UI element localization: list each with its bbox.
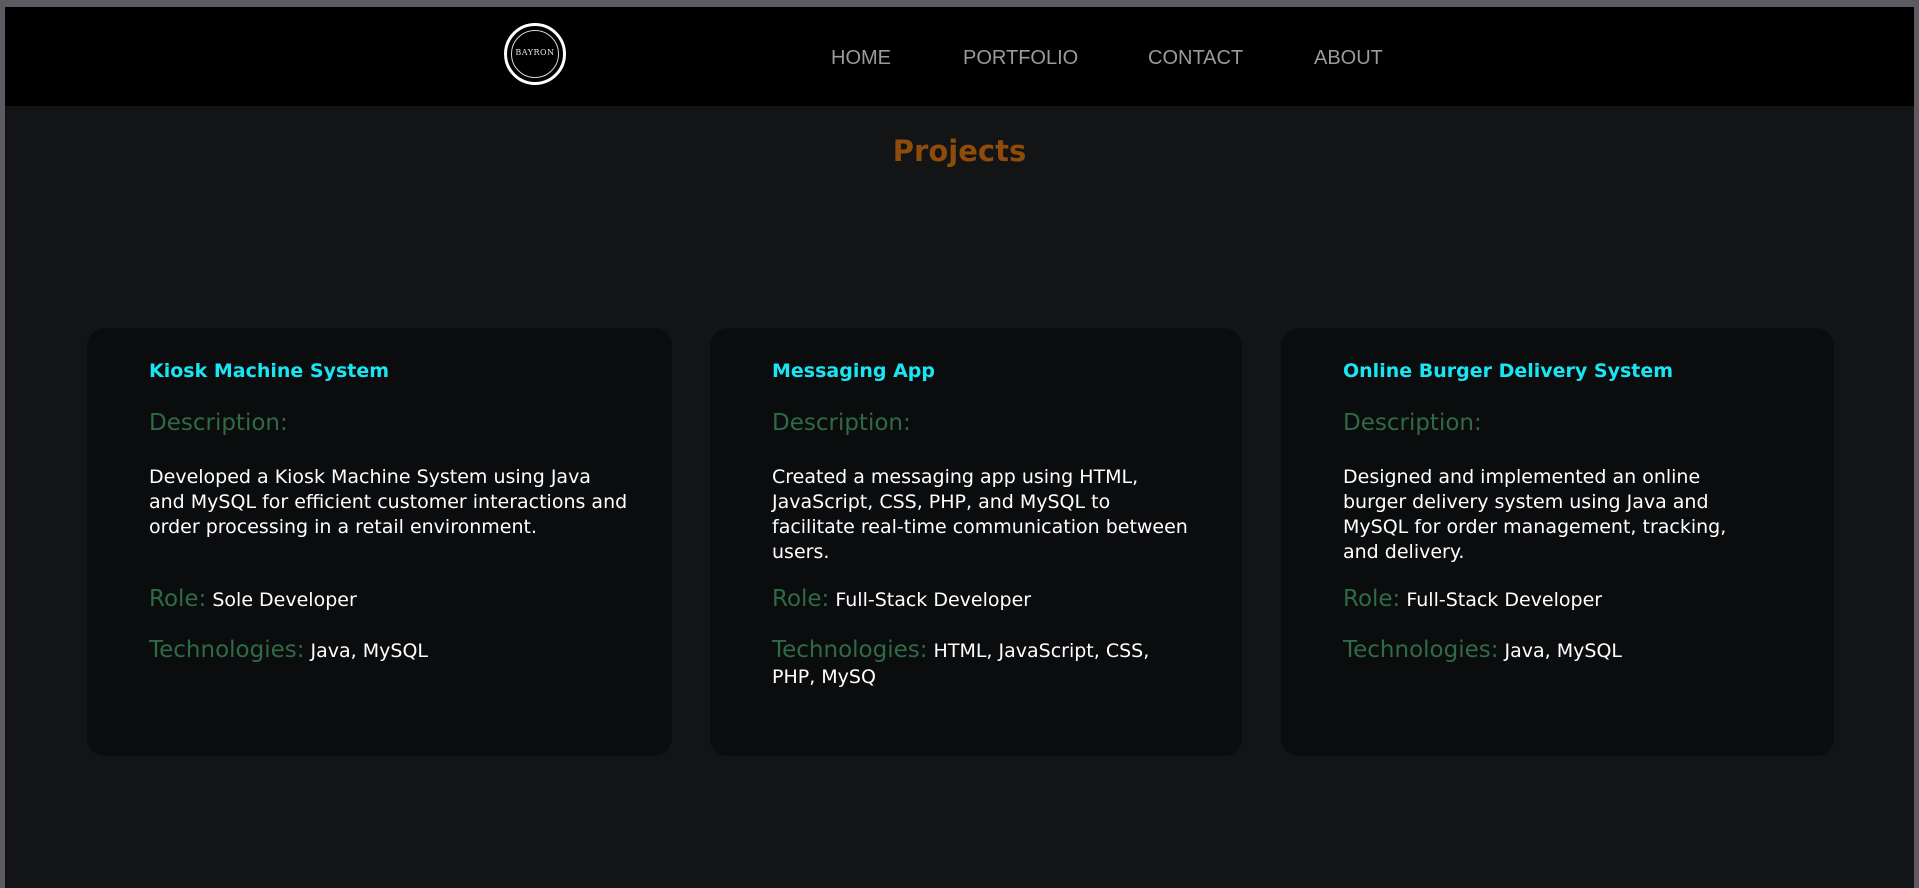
project-description: Designed and implemented an online burge… xyxy=(1343,466,1727,563)
project-card-messaging: Messaging App Description: Created a mes… xyxy=(710,328,1242,756)
technologies-label: Technologies: xyxy=(1343,637,1499,663)
project-card-burger-delivery: Online Burger Delivery System Descriptio… xyxy=(1281,328,1834,756)
project-title: Messaging App xyxy=(772,360,935,382)
nav-link-portfolio[interactable]: PORTFOLIO xyxy=(963,46,1078,70)
project-role: Role: Full-Stack Developer xyxy=(772,584,1031,615)
description-label: Description: xyxy=(1343,410,1482,436)
role-value: Sole Developer xyxy=(212,589,357,611)
role-label: Role: xyxy=(772,586,830,612)
technologies-label: Technologies: xyxy=(149,637,305,663)
browser-viewport: BAYRON HOME PORTFOLIO CONTACT ABOUT Proj… xyxy=(5,7,1914,888)
description-label: Description: xyxy=(772,410,911,436)
role-label: Role: xyxy=(149,586,207,612)
project-description: Developed a Kiosk Machine System using J… xyxy=(149,466,628,538)
role-label: Role: xyxy=(1343,586,1401,612)
technologies-label: Technologies: xyxy=(772,637,928,663)
role-value: Full-Stack Developer xyxy=(1406,589,1603,611)
project-role: Role: Sole Developer xyxy=(149,584,357,615)
technologies-value: Java, MySQL xyxy=(310,640,428,662)
nav-link-contact[interactable]: CONTACT xyxy=(1148,46,1243,70)
project-description: Created a messaging app using HTML, Java… xyxy=(772,466,1188,563)
nav-link-about[interactable]: ABOUT xyxy=(1314,46,1383,70)
page-title: Projects xyxy=(892,134,1027,168)
project-title: Online Burger Delivery System xyxy=(1343,360,1674,382)
project-role: Role: Full-Stack Developer xyxy=(1343,584,1602,615)
project-technologies: Technologies: Java, MySQL xyxy=(1343,637,1794,664)
technologies-value: Java, MySQL xyxy=(1504,640,1622,662)
role-value: Full-Stack Developer xyxy=(835,589,1032,611)
project-technologies: Technologies: Java, MySQL xyxy=(149,637,632,664)
project-technologies: Technologies: HTML, JavaScript, CSS, PHP… xyxy=(772,637,1190,690)
logo-text: BAYRON xyxy=(515,48,555,57)
project-card-kiosk: Kiosk Machine System Description: Develo… xyxy=(87,328,672,756)
navbar: BAYRON HOME PORTFOLIO CONTACT ABOUT xyxy=(5,7,1914,106)
logo[interactable]: BAYRON xyxy=(504,23,566,85)
nav-link-home[interactable]: HOME xyxy=(831,46,891,70)
project-title: Kiosk Machine System xyxy=(149,360,390,382)
description-label: Description: xyxy=(149,410,288,436)
